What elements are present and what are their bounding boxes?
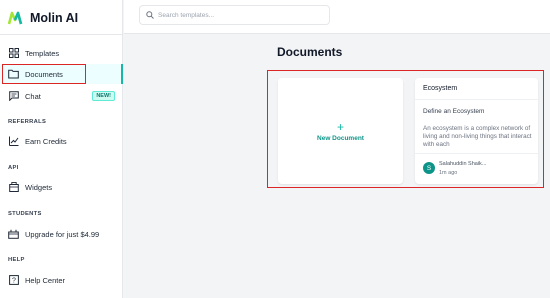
- sidebar-item-label: Templates: [25, 48, 60, 58]
- document-heading: Define an Ecosystem: [423, 108, 485, 115]
- folder-icon: [8, 69, 19, 80]
- sidebar-item-upgrade[interactable]: Upgrade for just $4.99: [0, 224, 123, 244]
- sidebar-item-label: Chat: [25, 91, 41, 101]
- divider: [415, 153, 538, 154]
- sidebar-item-label: Widgets: [25, 182, 53, 192]
- sidebar-item-documents[interactable]: Documents: [0, 64, 123, 84]
- section-label-students: STUDENTS: [8, 211, 42, 217]
- new-badge: NEW!: [92, 91, 115, 101]
- search-icon: [146, 11, 154, 19]
- sidebar-item-label: Documents: [25, 69, 63, 79]
- sidebar-item-help-center[interactable]: ? Help Center: [0, 270, 123, 290]
- sidebar-item-templates[interactable]: Templates: [0, 43, 123, 63]
- top-bar: [124, 0, 550, 34]
- document-excerpt: An ecosystem is a complex network of liv…: [423, 125, 532, 148]
- sidebar-item-widgets[interactable]: Widgets: [0, 177, 123, 197]
- chat-icon: [8, 91, 19, 102]
- section-label-help: HELP: [8, 257, 25, 263]
- sidebar-item-earn-credits[interactable]: Earn Credits: [0, 131, 123, 151]
- document-timestamp: 1m ago: [439, 170, 458, 176]
- section-label-referrals: REFERRALS: [8, 119, 47, 125]
- document-card[interactable]: Ecosystem Define an Ecosystem An ecosyst…: [415, 78, 538, 184]
- page-title: Documents: [277, 45, 343, 59]
- sidebar-item-label: Upgrade for just $4.99: [25, 229, 100, 239]
- document-title: Ecosystem: [423, 85, 458, 92]
- new-document-card[interactable]: + New Document: [278, 78, 403, 184]
- avatar: S: [423, 162, 435, 174]
- gift-icon: [8, 229, 19, 240]
- sidebar: Molin AI Templates Documents Chat NEW! R…: [0, 0, 123, 298]
- plus-icon: +: [336, 119, 344, 134]
- sidebar-item-label: Earn Credits: [25, 136, 67, 146]
- molin-logo-icon: [8, 11, 23, 25]
- divider: [0, 34, 123, 35]
- search-input[interactable]: [158, 11, 318, 19]
- svg-text:?: ?: [12, 278, 16, 285]
- brand[interactable]: Molin AI: [8, 8, 78, 28]
- brand-name: Molin AI: [30, 11, 79, 25]
- divider: [415, 99, 538, 100]
- sidebar-item-label: Help Center: [25, 275, 66, 285]
- section-label-api: API: [8, 165, 19, 171]
- templates-icon: [8, 48, 19, 59]
- help-icon: ?: [8, 275, 19, 286]
- new-document-label: New Document: [317, 134, 364, 142]
- sidebar-item-chat[interactable]: Chat NEW!: [0, 86, 123, 106]
- search-box[interactable]: [139, 5, 330, 25]
- chart-icon: [8, 136, 19, 147]
- document-author: Salahuddin Shaik...: [439, 161, 487, 167]
- widget-icon: [8, 182, 19, 193]
